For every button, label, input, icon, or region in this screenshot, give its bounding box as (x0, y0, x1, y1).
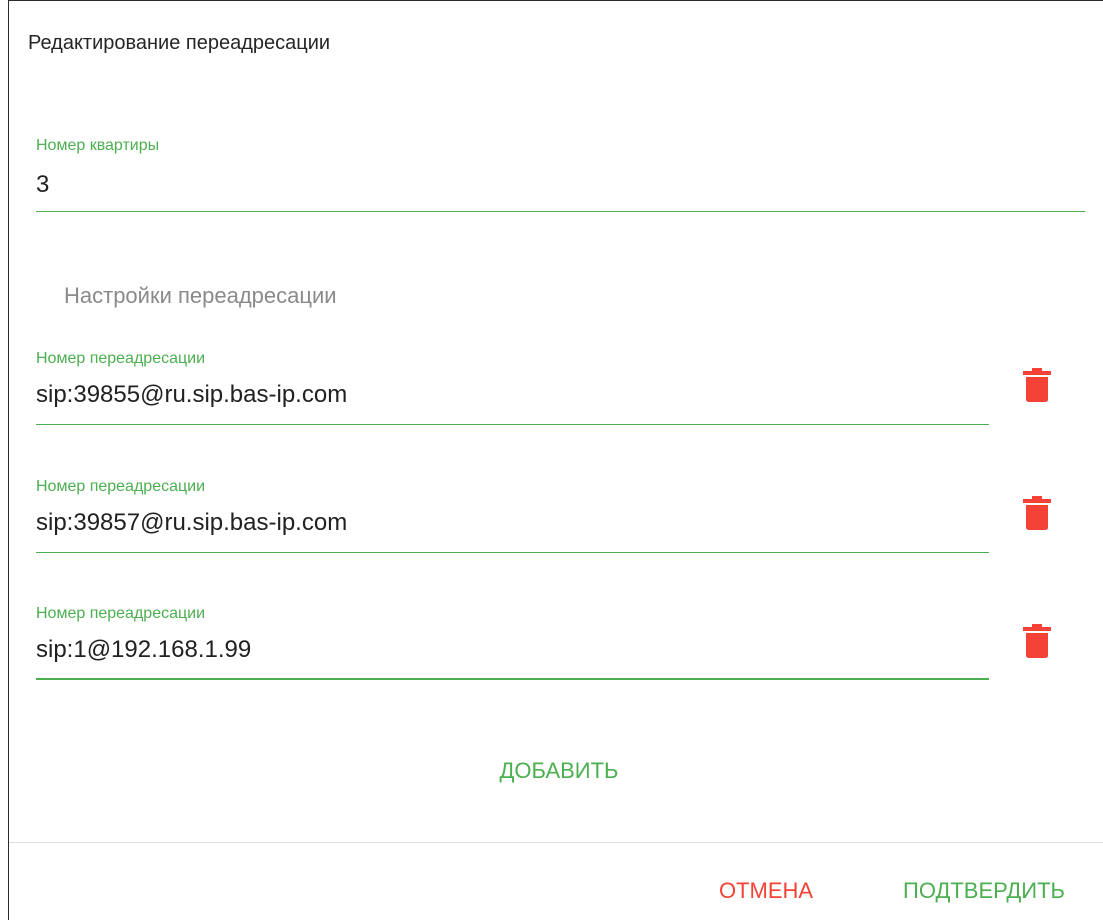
apartment-number-input[interactable]: 3 (36, 171, 49, 199)
actions-divider (9, 842, 1103, 843)
forwarding-number-underline (36, 678, 989, 680)
trash-icon (1023, 624, 1051, 658)
forwarding-number-label: Номер переадресации (36, 350, 206, 367)
forwarding-number-label: Номер переадресации (36, 605, 206, 622)
forwarding-settings-heading: Настройки переадресации (64, 283, 337, 308)
apartment-number-label: Номер квартиры (36, 137, 160, 154)
cancel-button[interactable]: ОТМЕНА (701, 873, 831, 909)
delete-forwarding-button[interactable] (1019, 367, 1055, 403)
forwarding-number-input[interactable]: sip:1@192.168.1.99 (36, 636, 251, 664)
add-forwarding-button[interactable]: ДОБАВИТЬ (477, 753, 641, 789)
trash-icon (1023, 496, 1051, 530)
apartment-number-field[interactable]: Номер квартиры 3 (36, 137, 1085, 217)
forwarding-number-field[interactable]: Номер переадресации sip:39855@ru.sip.bas… (36, 350, 989, 430)
confirm-button[interactable]: ПОДТВЕРДИТЬ (881, 873, 1087, 909)
dialog-title: Редактирование переадресации (28, 32, 331, 54)
delete-forwarding-button[interactable] (1019, 623, 1055, 659)
delete-forwarding-button[interactable] (1019, 495, 1055, 531)
forwarding-number-field[interactable]: Номер переадресации sip:39857@ru.sip.bas… (36, 478, 989, 558)
forwarding-number-label: Номер переадресации (36, 478, 206, 495)
forwarding-number-underline (36, 552, 989, 553)
apartment-number-underline (36, 211, 1085, 212)
forwarding-number-underline (36, 424, 989, 425)
forwarding-number-field[interactable]: Номер переадресации sip:1@192.168.1.99 (36, 605, 989, 685)
forwarding-number-input[interactable]: sip:39857@ru.sip.bas-ip.com (36, 509, 347, 537)
trash-icon (1023, 368, 1051, 402)
edit-forwarding-dialog: Редактирование переадресации Номер кварт… (8, 0, 1103, 920)
forwarding-number-input[interactable]: sip:39855@ru.sip.bas-ip.com (36, 381, 347, 409)
